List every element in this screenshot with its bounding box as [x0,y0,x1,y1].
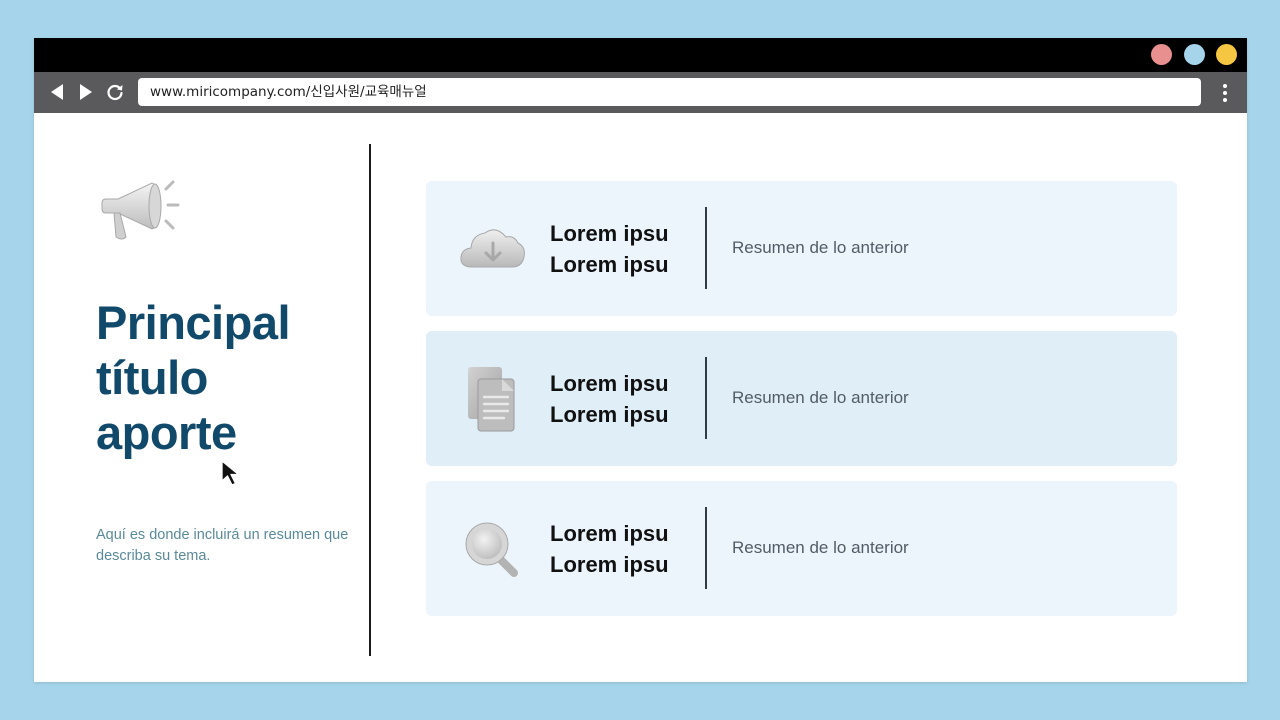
megaphone-icon [101,180,180,240]
card-title-line: Lorem ipsu [550,221,669,246]
mouse-pointer-icon [221,460,240,486]
window-dot-yellow[interactable] [1216,44,1237,65]
card-title-line: Lorem ipsu [550,552,669,577]
card-title-line: Lorem ipsu [550,371,669,396]
card-separator [705,357,707,439]
cloud-download-icon [460,229,525,268]
card-title-line: Lorem ipsu [550,402,669,427]
address-bar[interactable]: www.miricompany.com/신입사원/교육매뉴얼 [138,78,1201,106]
navigation-bar: www.miricompany.com/신입사원/교육매뉴얼 [34,72,1247,113]
card-title: Lorem ipsu Lorem ipsu [550,218,700,280]
card-title-line: Lorem ipsu [550,252,669,277]
card-title-line: Lorem ipsu [550,521,669,546]
card-description: Resumen de lo anterior [732,238,909,257]
info-card[interactable]: Lorem ipsu Lorem ipsu Resumen de lo ante… [426,331,1177,466]
card-title: Lorem ipsu Lorem ipsu [550,518,700,580]
page-content: Principal título aporte Aquí es donde in… [34,113,1247,682]
card-title: Lorem ipsu Lorem ipsu [550,368,700,430]
card-separator [705,507,707,589]
reload-icon[interactable] [105,82,125,102]
card-description: Resumen de lo anterior [732,538,909,557]
title-line: aporte [96,406,237,459]
vertical-divider [369,144,371,656]
window-dot-red[interactable] [1151,44,1172,65]
documents-icon [468,367,515,432]
info-card[interactable]: Lorem ipsu Lorem ipsu Resumen de lo ante… [426,181,1177,316]
title-bar [34,38,1247,72]
info-card[interactable]: Lorem ipsu Lorem ipsu Resumen de lo ante… [426,481,1177,616]
card-description: Resumen de lo anterior [732,388,909,407]
title-line: Principal [96,296,291,349]
page-title: Principal título aporte [96,295,366,460]
title-line: título [96,351,208,404]
back-arrow-icon[interactable] [47,82,67,102]
more-menu-icon[interactable] [1216,81,1234,105]
window-dot-blue[interactable] [1184,44,1205,65]
forward-arrow-icon[interactable] [76,82,96,102]
browser-window: www.miricompany.com/신입사원/교육매뉴얼 Principal [34,38,1247,682]
card-separator [705,207,707,289]
magnifier-icon [465,522,518,577]
topic-summary: Aquí es donde incluirá un resumen que de… [96,527,349,564]
